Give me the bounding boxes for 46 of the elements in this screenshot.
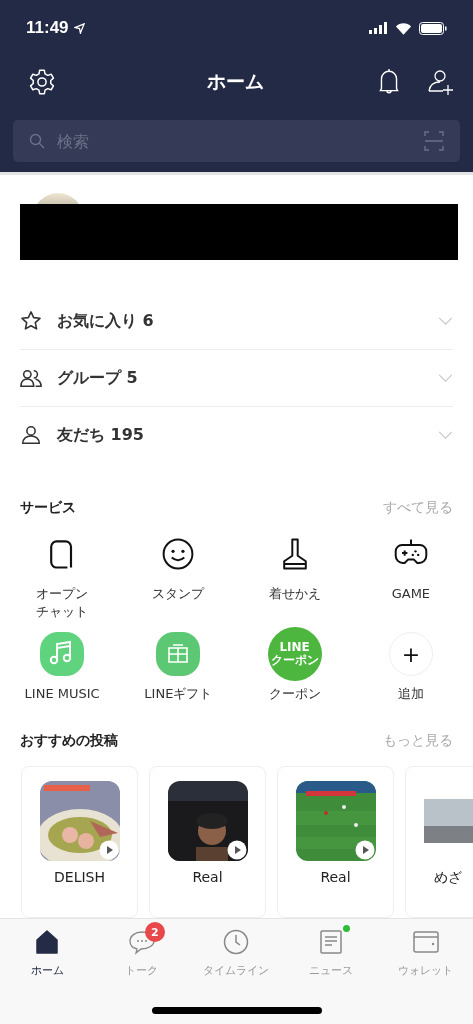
list-label: お気に入り 6 — [57, 310, 155, 332]
wifi-icon — [395, 21, 412, 35]
play-icon[interactable] — [226, 839, 247, 860]
post-title: めざ — [434, 868, 462, 887]
tab[interactable]: ホーム — [0, 921, 95, 978]
unread-badge: 2 — [144, 922, 165, 942]
section-title: サービス — [20, 499, 76, 517]
add-friend-icon[interactable] — [427, 68, 455, 96]
location-arrow-icon — [73, 22, 85, 34]
battery-icon — [419, 21, 447, 35]
person-icon — [20, 424, 42, 446]
play-icon[interactable] — [354, 839, 375, 860]
search-icon — [29, 133, 45, 149]
status-time: 11:49 — [26, 18, 69, 38]
service-label: LINE MUSIC — [24, 685, 100, 704]
service-label: GAME — [391, 585, 431, 603]
service-label: LINEギフト — [144, 685, 213, 704]
play-icon[interactable] — [98, 839, 119, 860]
group-icon — [20, 367, 42, 389]
list-row[interactable]: 友だち 195 — [20, 407, 453, 463]
service-label: クーポン — [268, 685, 321, 704]
tab[interactable]: 2 トーク — [94, 921, 190, 978]
document-icon — [318, 929, 345, 955]
list-label: グループ 5 — [57, 367, 139, 389]
service-label: スタンプ — [152, 585, 205, 603]
list-row[interactable]: グループ 5 — [20, 350, 453, 407]
service-label: 着せかえ — [268, 585, 321, 603]
post-title: DELISH — [54, 868, 105, 885]
service-label: 追加 — [397, 685, 424, 704]
post-card[interactable]: Real — [277, 765, 394, 918]
page-title: ホーム — [206, 69, 265, 94]
post-title: Real — [192, 868, 223, 885]
post-title: Real — [320, 868, 351, 885]
section-title: おすすめの投稿 — [20, 731, 118, 750]
list-row[interactable]: お気に入り 6 — [20, 293, 453, 350]
signal-icon — [369, 22, 389, 34]
home-icon — [34, 929, 61, 955]
clock-icon — [223, 929, 250, 955]
post-card[interactable]: DELISH — [21, 765, 138, 918]
star-icon — [20, 310, 42, 332]
post-card[interactable]: めざ — [405, 765, 473, 918]
list-label: 友だち 195 — [57, 424, 145, 446]
wallet-icon — [412, 929, 439, 955]
service-label: オープンチャット — [35, 585, 90, 622]
post-card[interactable]: Real — [149, 765, 266, 918]
settings-icon[interactable] — [28, 68, 56, 96]
